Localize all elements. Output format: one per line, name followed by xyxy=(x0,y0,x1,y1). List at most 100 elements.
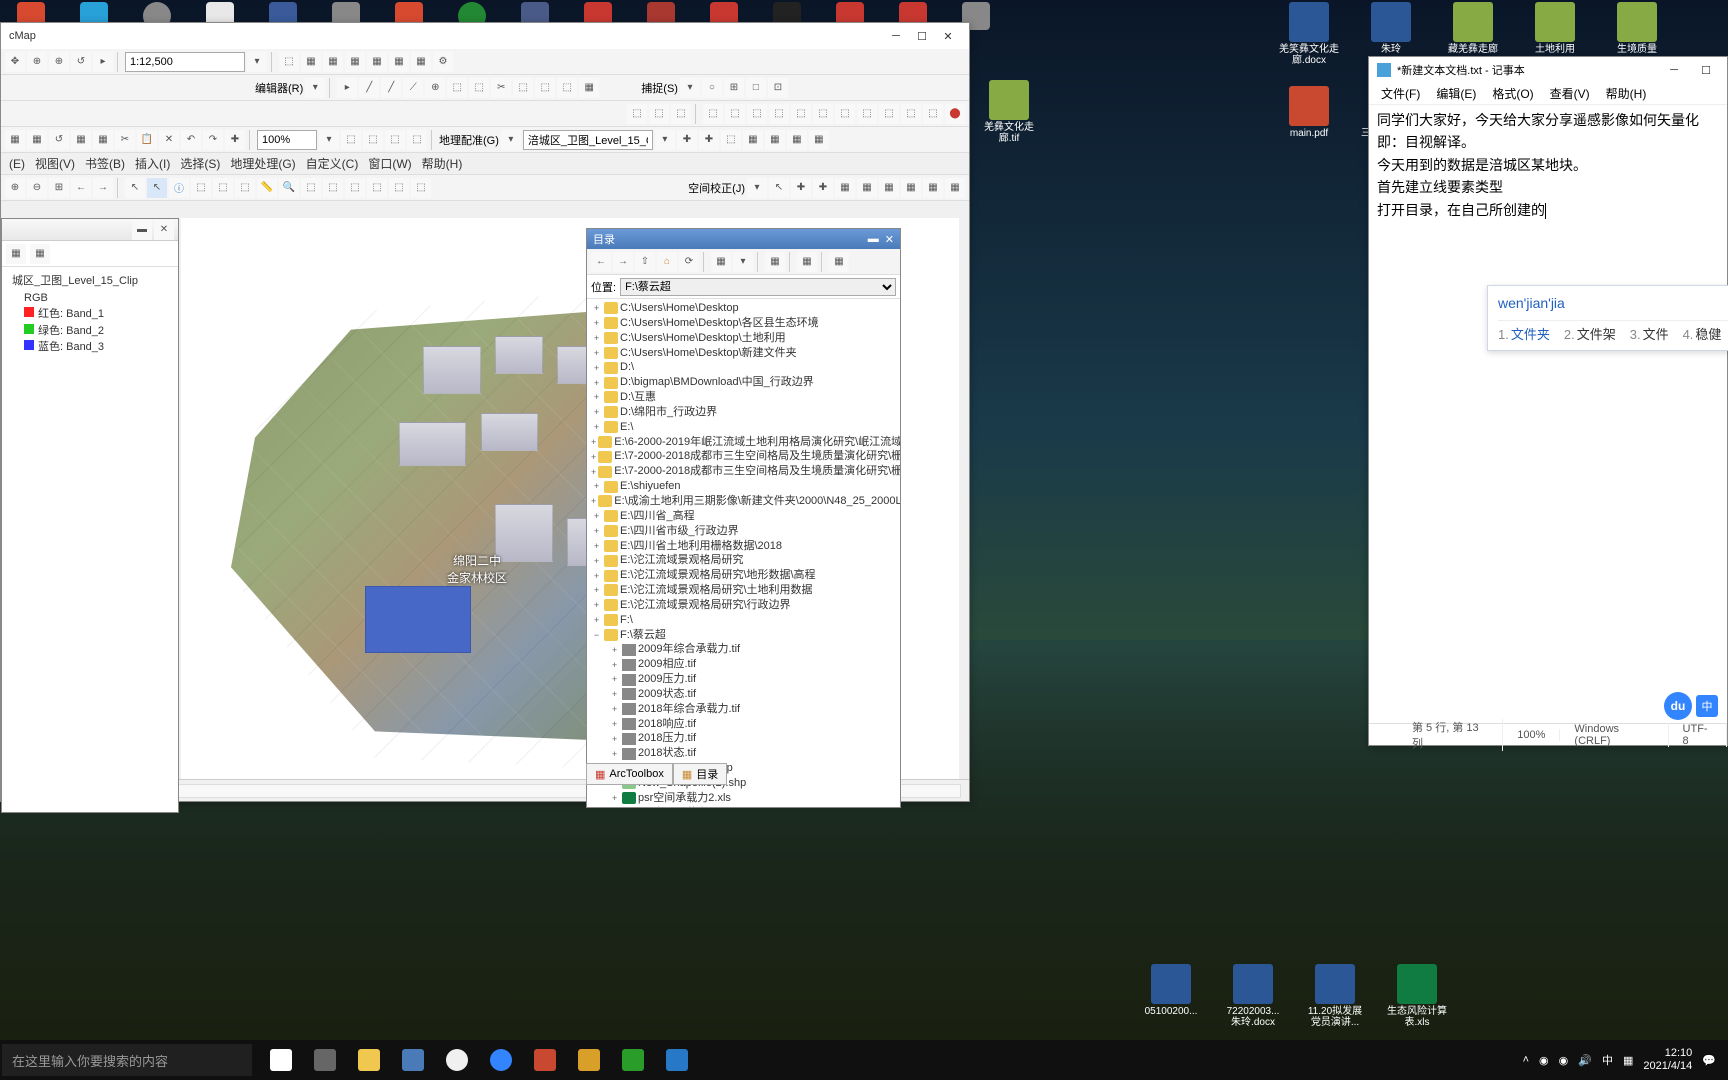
tool-btn[interactable]: ✕ xyxy=(159,130,179,150)
close-icon[interactable]: ✕ xyxy=(154,220,174,240)
baidu-float[interactable]: du 中 xyxy=(1664,692,1718,720)
tool-btn[interactable]: 🔍 xyxy=(279,178,299,198)
tool-btn[interactable]: ▦ xyxy=(829,252,849,272)
expand-icon[interactable]: + xyxy=(591,614,602,626)
notepad-titlebar[interactable]: *新建文本文档.txt - 记事本 ─ ☐ xyxy=(1369,57,1727,83)
tool-btn[interactable]: ⬚ xyxy=(671,104,691,124)
dropdown-icon[interactable]: ▾ xyxy=(501,130,521,150)
notifications-button[interactable]: 💬 xyxy=(1702,1054,1716,1067)
tree-item[interactable]: +E:\四川省_高程 xyxy=(589,509,898,524)
tree-item[interactable]: +E:\沱江流域景观格局研究\行政边界 xyxy=(589,598,898,613)
tool-btn[interactable]: ▦ xyxy=(787,130,807,150)
expand-icon[interactable]: + xyxy=(609,644,620,656)
tool-btn[interactable]: ⬚ xyxy=(557,78,577,98)
tool-btn[interactable]: ⬚ xyxy=(835,104,855,124)
tool-btn[interactable]: ⊕ xyxy=(5,178,25,198)
editor-label[interactable]: 编辑器(R) xyxy=(255,80,303,96)
tree-item[interactable]: +E:\四川省土地利用栅格数据\2018 xyxy=(589,539,898,554)
tool-btn[interactable]: ⬚ xyxy=(407,130,427,150)
toc-header[interactable]: ▬ ✕ xyxy=(2,219,178,241)
tool-btn[interactable]: ✚ xyxy=(225,130,245,150)
tool-btn[interactable]: ⬚ xyxy=(363,130,383,150)
tool-btn[interactable]: ⊞ xyxy=(724,78,744,98)
expand-icon[interactable]: + xyxy=(591,525,602,537)
tree-item[interactable]: +psr空间承载力2.xls xyxy=(589,791,898,806)
desktop-file-icon[interactable]: 11.20拟发展党员演讲... xyxy=(1304,964,1366,1028)
up-icon[interactable]: ⇧ xyxy=(635,252,655,272)
tool-btn[interactable]: ▸ xyxy=(93,52,113,72)
menu-item[interactable]: 插入(I) xyxy=(135,155,170,172)
tool-btn[interactable]: ⬚ xyxy=(213,178,233,198)
tool-btn[interactable]: ↖ xyxy=(125,178,145,198)
tree-item[interactable]: +C:\Users\Home\Desktop\各区县生态环境 xyxy=(589,316,898,331)
tool-btn[interactable]: ✚ xyxy=(699,130,719,150)
tool-btn[interactable]: ⬚ xyxy=(447,78,467,98)
tree-item[interactable]: +E:\沱江流域景观格局研究 xyxy=(589,553,898,568)
menu-item[interactable]: 选择(S) xyxy=(180,155,220,172)
capture-label[interactable]: 捕捉(S) xyxy=(641,80,678,96)
desktop-file-icon[interactable]: 羌笑彝文化走廊.docx xyxy=(1278,2,1340,66)
tree-item[interactable]: +2009压力.tif xyxy=(589,672,898,687)
menu-item[interactable]: 地理处理(G) xyxy=(230,155,295,172)
tool-btn[interactable]: ✂ xyxy=(491,78,511,98)
menu-item[interactable]: 帮助(H) xyxy=(422,155,463,172)
refresh-icon[interactable]: ⟳ xyxy=(679,252,699,272)
tool-btn[interactable]: ▦ xyxy=(5,130,25,150)
tool-btn[interactable]: ▦ xyxy=(579,78,599,98)
tree-item[interactable]: +C:\Users\Home\Desktop\土地利用 xyxy=(589,331,898,346)
tool-btn[interactable]: ▦ xyxy=(835,178,855,198)
tool-btn[interactable]: ⬚ xyxy=(703,104,723,124)
tree-item[interactable]: +D:\绵阳市_行政边界 xyxy=(589,405,898,420)
tool-btn[interactable]: ⬚ xyxy=(769,104,789,124)
desktop-file-icon[interactable]: 羌彝文化走廊.tif xyxy=(978,80,1040,144)
tree-icon[interactable]: ▦ xyxy=(797,252,817,272)
tool-btn[interactable]: ▦ xyxy=(71,130,91,150)
tool-btn[interactable]: ⬚ xyxy=(813,104,833,124)
tool-btn[interactable]: ▦ xyxy=(879,178,899,198)
tree-item[interactable]: +C:\Users\Home\Desktop xyxy=(589,301,898,316)
menu-item[interactable]: (E) xyxy=(9,157,25,171)
tool-btn[interactable]: ╱ xyxy=(359,78,379,98)
spatial-label[interactable]: 空间校正(J) xyxy=(688,180,745,196)
arcmap-button[interactable] xyxy=(656,1040,698,1080)
app-button[interactable] xyxy=(568,1040,610,1080)
expand-icon[interactable]: + xyxy=(591,362,602,374)
dropdown-icon[interactable]: ▾ xyxy=(655,130,675,150)
expand-icon[interactable]: + xyxy=(591,377,602,389)
tool-btn[interactable]: ↖ xyxy=(769,178,789,198)
expand-icon[interactable]: + xyxy=(591,391,602,403)
expand-icon[interactable]: + xyxy=(591,510,602,522)
tree-item[interactable]: +E:\沱江流域景观格局研究\土地利用数据 xyxy=(589,583,898,598)
desktop-file-icon[interactable]: 生态风险计算表.xls xyxy=(1386,964,1448,1028)
ime-candidate[interactable]: 4.稳健 xyxy=(1683,325,1722,346)
tool-btn[interactable]: ▦ xyxy=(30,244,50,264)
tool-btn[interactable]: ▦ xyxy=(323,52,343,72)
maximize-button[interactable]: ☐ xyxy=(909,26,935,46)
expand-icon[interactable]: + xyxy=(609,748,620,760)
fwd-icon[interactable]: → xyxy=(613,252,633,272)
expand-icon[interactable]: + xyxy=(609,792,620,804)
scale-input[interactable] xyxy=(125,52,245,72)
tool-btn[interactable]: 📏 xyxy=(257,178,277,198)
tree-item[interactable]: +psr空间承载力3.xls xyxy=(589,806,898,807)
explorer-button[interactable] xyxy=(348,1040,390,1080)
ime-popup[interactable]: wen'jian'jia 1.文件夹2.文件架3.文件4.稳健5.问 xyxy=(1487,285,1728,351)
dropdown-icon[interactable]: ▾ xyxy=(305,78,325,98)
tree-item[interactable]: +D:\互惠 xyxy=(589,390,898,405)
expand-icon[interactable]: + xyxy=(591,317,602,329)
tree-item[interactable]: +E:\成渝土地利用三期影像\新建文件夹\2000\N48_25_2000LC0… xyxy=(589,494,898,509)
dropdown-icon[interactable]: ▾ xyxy=(680,78,700,98)
tool-btn[interactable]: ⚙ xyxy=(433,52,453,72)
view-icon[interactable]: ▦ xyxy=(711,252,731,272)
menu-item[interactable]: 文件(F) xyxy=(1375,85,1426,102)
menu-item[interactable]: 编辑(E) xyxy=(1430,85,1482,102)
tool-btn[interactable]: ▾ xyxy=(319,130,339,150)
app-button[interactable] xyxy=(524,1040,566,1080)
desktop-file-icon[interactable]: 72202003... 朱玲.docx xyxy=(1222,964,1284,1028)
tool-btn[interactable]: ⬚ xyxy=(301,178,321,198)
expand-icon[interactable]: + xyxy=(591,302,602,314)
tool-btn[interactable]: ⓘ xyxy=(169,178,189,198)
tree-item[interactable]: +2018状态.tif xyxy=(589,746,898,761)
tool-btn[interactable]: ▦ xyxy=(809,130,829,150)
tool-btn[interactable]: ▦ xyxy=(367,52,387,72)
